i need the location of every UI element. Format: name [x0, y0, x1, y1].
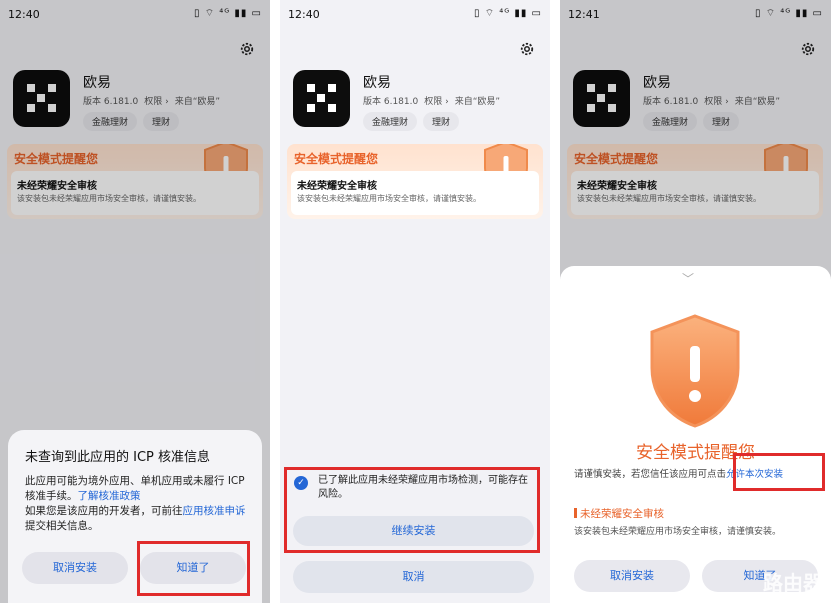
dialog-line2: 如果您是该应用的开发者，可前往 [25, 505, 183, 517]
screen-security-sheet: 12:41 ▯ ⌔ ⁴ᴳ ▮▮ ▭ 欧易 版本 6.181.0 权限 › 来自“欧易… [560, 0, 831, 603]
cancel-install-button[interactable]: 取消安装 [574, 560, 690, 592]
screen-consent: 12:40 ▯ ⌔ ⁴ᴳ ▮▮ ▭ 欧易 版本 6.181.0 权限 › 来自“欧易… [280, 0, 550, 603]
warning-title: 安全模式提醒您 [294, 152, 379, 166]
screen-icp-dialog: 12:40 ▯ ⌔ ⁴ᴳ ▮▮ ▭ 欧易 版本 6.181.0 权限 › 来自“欧易… [0, 0, 270, 603]
cancel-install-button[interactable]: 取消安装 [22, 552, 128, 584]
cancel-button[interactable]: 取消 [293, 561, 534, 593]
security-warning-card: 安全模式提醒您 未经荣耀安全审核 该安装包未经荣耀应用市场安全审核，请谨慎安装。 [287, 144, 543, 219]
app-tags: 金融理财 理财 [363, 110, 465, 131]
policy-link[interactable]: 了解核准政策 [78, 490, 141, 502]
app-source: 来自“欧易” [454, 97, 501, 107]
status-icons: ▯ ⌔ ⁴ᴳ ▮▮ ▭ [474, 8, 542, 19]
sheet-subdesc: 该安装包未经荣耀应用市场安全审核，请谨慎安装。 [574, 527, 782, 537]
highlight-box [137, 541, 250, 596]
tag: 金融理财 [363, 112, 418, 131]
watermark-sub: luyouqi.com [780, 593, 823, 601]
warning-desc: 该安装包未经荣耀应用市场安全审核，请谨慎安装。 [297, 194, 481, 203]
app-icon [293, 70, 350, 127]
status-time: 12:40 [288, 8, 320, 21]
tag: 理财 [423, 112, 460, 131]
sheet-subtitle: 未经荣耀安全审核 [574, 506, 664, 521]
settings-gear-icon[interactable] [518, 40, 536, 58]
app-name: 欧易 [363, 75, 391, 91]
app-version: 版本 6.181.0 [363, 97, 419, 107]
highlight-box [733, 453, 825, 491]
warning-subtitle: 未经荣耀安全审核 [297, 181, 377, 192]
watermark-main: 路由器 [763, 571, 823, 595]
sheet-desc-text: 请谨慎安装，若您信任该应用可点击 [574, 469, 727, 480]
status-bar: 12:40 ▯ ⌔ ⁴ᴳ ▮▮ ▭ [288, 6, 542, 24]
sheet-subtitle-text: 未经荣耀安全审核 [580, 508, 664, 520]
app-meta: 版本 6.181.0 权限 › 来自“欧易” [363, 94, 506, 107]
shield-warning-icon [650, 314, 740, 428]
highlight-box [284, 467, 540, 553]
appeal-link[interactable]: 应用核准申诉 [183, 505, 246, 517]
dialog-line2-end: 提交相关信息。 [25, 520, 99, 532]
watermark: 路由器 luyouqi.com [703, 567, 823, 601]
dialog-body: 此应用可能为境外应用、单机应用或未履行 ICP 核准手续。了解核准政策 如果您是… [25, 474, 253, 534]
dialog-title: 未查询到此应用的 ICP 核准信息 [25, 450, 211, 465]
app-permission-link[interactable]: 权限 › [424, 97, 448, 107]
sheet-handle-chevron-icon[interactable]: ﹀ [682, 270, 694, 287]
warning-detail: 未经荣耀安全审核 该安装包未经荣耀应用市场安全审核，请谨慎安装。 [291, 171, 539, 215]
security-bottom-sheet: ﹀ 安全模式提醒您 请谨慎安装，若您信任该应用可点击允许本次安装 未经荣耀安全审… [560, 266, 831, 603]
